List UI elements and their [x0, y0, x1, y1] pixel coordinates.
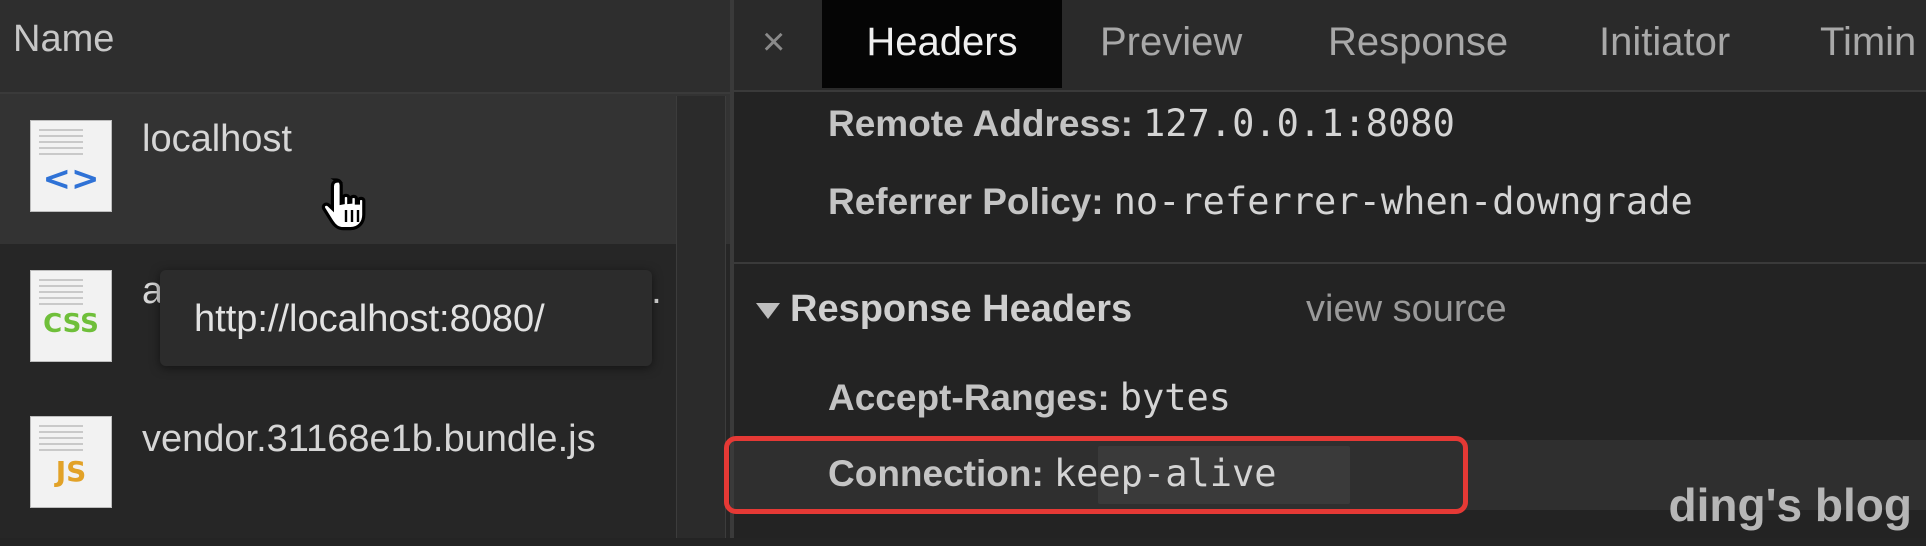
request-row-vendor-bundle[interactable]: JS vendor.31168e1b.bundle.js — [0, 396, 730, 546]
details-tab-bar: × Headers Preview Response Initiator Tim… — [734, 0, 1926, 92]
js-document-icon: JS — [30, 416, 112, 508]
header-value: no-referrer-when-downgrade — [1113, 180, 1693, 223]
accept-ranges-row: Accept-Ranges: bytes — [828, 376, 1231, 419]
tab-response[interactable]: Response — [1328, 0, 1508, 88]
red-highlight-annotation — [724, 436, 1468, 514]
tab-headers[interactable]: Headers — [822, 0, 1062, 88]
html-document-icon: <> — [30, 120, 112, 212]
url-tooltip: http://localhost:8080/ — [160, 270, 652, 366]
tab-timing[interactable]: Timin — [1820, 0, 1916, 88]
css-document-icon: CSS — [30, 270, 112, 362]
request-list-pane: Name <> localhost CSS a e. JS vendor.311… — [0, 0, 730, 538]
hand-pointer-cursor-icon — [321, 178, 366, 231]
header-value: bytes — [1119, 376, 1232, 419]
watermark: ding's blog — [1668, 479, 1912, 531]
header-key: Referrer Policy: — [828, 181, 1104, 222]
remote-address-row: Remote Address: 127.0.0.1:8080 — [828, 102, 1455, 145]
request-name: localhost — [142, 118, 292, 160]
view-source-link[interactable]: view source — [1306, 288, 1507, 331]
header-key: Remote Address: — [828, 103, 1133, 144]
response-headers-toggle[interactable]: Response Headers — [756, 288, 1132, 331]
close-details-button[interactable]: × — [762, 20, 785, 65]
triangle-down-icon — [756, 302, 780, 319]
section-divider — [734, 262, 1926, 264]
tooltip-text: http://localhost:8080/ — [194, 298, 545, 340]
section-title-label: Response Headers — [790, 288, 1133, 330]
name-column-header[interactable]: Name — [0, 0, 730, 94]
referrer-policy-row: Referrer Policy: no-referrer-when-downgra… — [828, 180, 1693, 223]
tab-initiator[interactable]: Initiator — [1599, 0, 1730, 88]
request-name: vendor.31168e1b.bundle.js — [142, 418, 596, 460]
header-key: Accept-Ranges: — [828, 377, 1110, 418]
list-scrollbar[interactable] — [676, 96, 726, 538]
name-column-label: Name — [13, 18, 115, 60]
tab-preview[interactable]: Preview — [1100, 0, 1242, 88]
header-value: 127.0.0.1:8080 — [1142, 102, 1455, 145]
